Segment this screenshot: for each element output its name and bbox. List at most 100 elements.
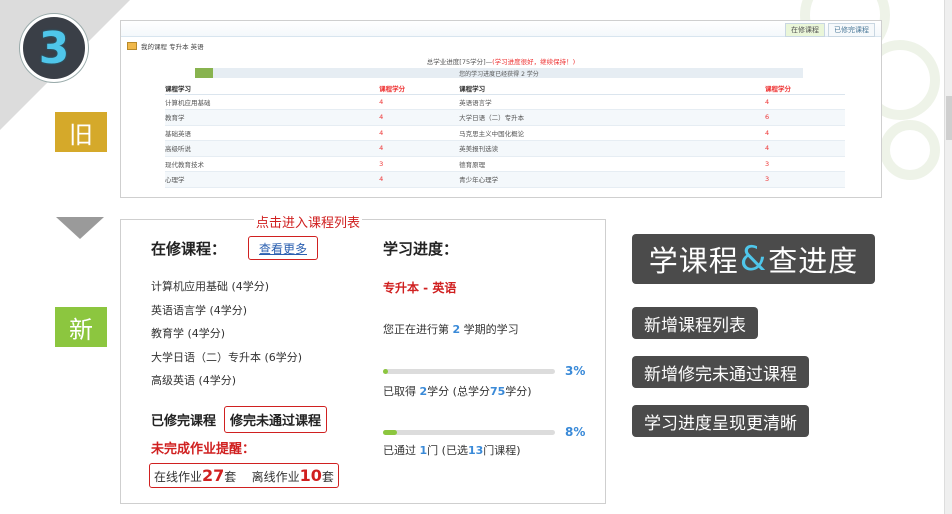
course-name[interactable]: 现代教育技术 [165, 156, 380, 172]
course-name[interactable]: 青少年心理学 [459, 171, 765, 188]
scrollbar-thumb[interactable] [946, 96, 952, 140]
headline-right: 查进度 [768, 244, 859, 278]
book-icon [127, 42, 137, 50]
see-more-label: 查看更多 [258, 241, 307, 256]
offline-homework-count: 10 [299, 466, 322, 485]
old-course-table: 课程学习 课程学分 课程学习 课程学分 计算机应用基础 4 英语语言学 4 教育学 4… [165, 83, 845, 188]
scrollbar[interactable] [944, 0, 952, 514]
online-homework-label: 在线作业 [154, 470, 203, 484]
homework-unit: 套 [321, 470, 334, 484]
major-label: 专升本 - 英语 [383, 281, 457, 295]
course-name[interactable]: 计算机应用基础 [165, 94, 380, 110]
column-header: 课程学分 [379, 83, 460, 95]
summary-highlight: (学习进度很好，继续保持！) [492, 58, 576, 66]
stat-text: 学分 (总学分 [427, 385, 490, 398]
headline-left: 学课程 [648, 244, 739, 278]
course-name[interactable]: 基础英语 [165, 125, 380, 141]
homework-reminder-title: 未完成作业提醒： [151, 442, 256, 457]
feature-clear-progress: 学习进度呈现更清晰 [632, 405, 809, 437]
course-list: 计算机应用基础 (4学分) 英语语言学 (4学分) 教育学 (4学分) 大学日语… [151, 278, 302, 396]
course-progress-bar [383, 430, 555, 435]
course-credit: 3 [379, 156, 460, 172]
table-row: 基础英语 4 马克思主义中国化概论 4 [165, 125, 845, 141]
course-credit: 4 [379, 171, 460, 188]
offline-homework-label: 离线作业 [251, 470, 300, 484]
list-item[interactable]: 教育学 (4学分) [151, 325, 302, 349]
credits-earned: 2 [419, 385, 428, 398]
old-version-tag: 旧 [55, 112, 107, 152]
list-item[interactable]: 英语语言学 (4学分) [151, 302, 302, 326]
see-more-link[interactable]: 查看更多 [248, 236, 318, 260]
table-row: 高级听说 4 英美报刊选读 4 [165, 140, 845, 157]
column-header: 课程学习 [165, 83, 380, 95]
term-suffix: 学期的学习 [463, 323, 519, 336]
course-name[interactable]: 德育原理 [459, 156, 765, 172]
old-tab-bar: 在修课程 已修完课程 [121, 21, 881, 37]
course-name[interactable]: 英语语言学 [459, 94, 765, 110]
homework-reminder-box[interactable]: 在线作业27套 离线作业10套 [149, 463, 339, 488]
completed-courses-link[interactable]: 已修完课程 [151, 410, 216, 429]
feature-unfinished-courses: 新增修完未通过课程 [632, 356, 809, 388]
decorative-circle [880, 120, 940, 180]
feature-course-list: 新增课程列表 [632, 307, 758, 339]
credits-total: 75 [489, 385, 506, 398]
headline-amp: & [739, 239, 768, 279]
stat-text: 已通过 [383, 444, 416, 457]
summary-text: 总学业进度[75学分]— [426, 58, 493, 66]
table-row: 计算机应用基础 4 英语语言学 4 [165, 94, 845, 110]
table-header-row: 课程学习 课程学分 课程学习 课程学分 [165, 83, 845, 95]
course-credit: 4 [765, 140, 845, 157]
table-row: 心理学 4 青少年心理学 3 [165, 171, 845, 188]
course-credit: 4 [379, 140, 460, 157]
breadcrumb: 我的课程 专升本 英语 [127, 41, 204, 51]
course-credit: 6 [765, 109, 845, 126]
list-item[interactable]: 计算机应用基础 (4学分) [151, 278, 302, 302]
term-info: 您正在进行第 2 学期的学习 [383, 321, 519, 337]
table-row: 现代教育技术 3 德育原理 3 [165, 156, 845, 172]
step-number: 3 [38, 22, 70, 74]
column-header: 课程学习 [459, 83, 765, 95]
course-name[interactable]: 马克思主义中国化概论 [459, 125, 765, 141]
list-item[interactable]: 大学日语（二）专升本 (6学分) [151, 349, 302, 373]
online-homework-count: 27 [202, 466, 225, 485]
completed-course-links: 已修完课程 修完未通过课程 [151, 406, 328, 433]
new-version-tag: 新 [55, 307, 107, 347]
old-progress-text: 您的学习进度已经获得 2 学分 [459, 71, 539, 78]
credit-progress-fill [383, 369, 389, 374]
course-progress-fill [383, 430, 397, 435]
course-percent: 8% [565, 425, 586, 439]
new-course-screen: 点击进入课程列表 在修课程： 查看更多 计算机应用基础 (4学分) 英语语言学 … [120, 212, 606, 504]
down-arrow-icon [56, 217, 104, 239]
course-stats: 已通过 1门 (已选13门课程) [383, 442, 521, 458]
credit-stats: 已取得 2学分 (总学分75学分) [383, 383, 532, 399]
old-course-screen: 在修课程 已修完课程 我的课程 专升本 英语 总学业进度[75学分]—(学习进度… [120, 20, 882, 198]
credit-percent: 3% [565, 364, 586, 378]
term-prefix: 您正在进行第 [383, 323, 449, 336]
course-name[interactable]: 高级听说 [165, 140, 380, 157]
step-number-badge: 3 [20, 14, 88, 82]
course-credit: 3 [765, 171, 845, 188]
course-credit: 3 [765, 156, 845, 172]
term-number: 2 [452, 323, 461, 336]
course-name[interactable]: 心理学 [165, 171, 380, 188]
feature-headline: 学课程 & 查进度 [632, 234, 875, 284]
course-name[interactable]: 大学日语（二）专升本 [459, 109, 765, 126]
tab-current-courses[interactable]: 在修课程 [785, 23, 825, 37]
course-credit: 4 [379, 109, 460, 126]
old-progress-summary: 总学业进度[75学分]—(学习进度很好，继续保持！) [121, 56, 881, 66]
courses-selected: 13 [467, 444, 484, 457]
course-credit: 4 [765, 125, 845, 141]
stat-text: 已取得 [383, 385, 416, 398]
stat-text: 门课程) [483, 444, 521, 457]
unfinished-courses-link[interactable]: 修完未通过课程 [224, 406, 328, 433]
list-item[interactable]: 高级英语 (4学分) [151, 372, 302, 396]
courses-passed: 1 [419, 444, 428, 457]
tab-completed-courses[interactable]: 已修完课程 [828, 23, 875, 37]
progress-title: 学习进度： [383, 240, 459, 258]
stat-text: 门 (已选 [427, 444, 468, 457]
table-row: 教育学 4 大学日语（二）专升本 6 [165, 109, 845, 126]
old-progress-bar: 您的学习进度已经获得 2 学分 [195, 68, 803, 78]
homework-unit: 套 [224, 470, 237, 484]
course-name[interactable]: 教育学 [165, 109, 380, 126]
course-name[interactable]: 英美报刊选读 [459, 140, 765, 157]
